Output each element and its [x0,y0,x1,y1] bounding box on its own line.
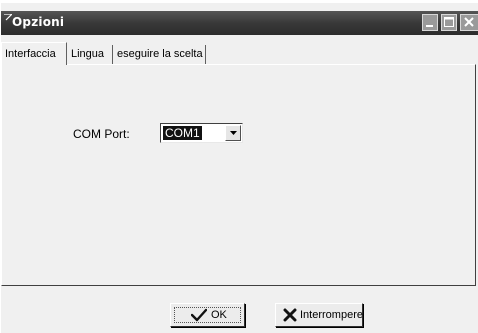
maximize-icon [444,17,454,27]
com-port-label: COM Port: [73,127,130,141]
maximize-button[interactable] [441,14,457,31]
checkmark-icon [191,308,207,322]
com-port-select[interactable]: COM1 [160,123,243,143]
options-dialog: Opzioni Interfaccia Lingua eseguire la s… [0,3,478,333]
chevron-down-icon [230,131,237,135]
window-title: Opzioni [12,15,65,29]
ok-label: OK [211,309,227,321]
tab-panel-interfaccia [1,64,476,286]
focus-ring [174,307,241,323]
tab-label: Interfaccia [5,48,56,60]
cancel-button[interactable]: Interrompere [275,303,363,327]
ok-button[interactable]: OK [170,303,245,327]
tab-eseguire-la-scelta[interactable]: eseguire la scelta [114,45,206,64]
com-port-value: COM1 [163,126,202,140]
title-bar[interactable]: Opzioni [1,11,478,35]
minimize-button[interactable] [422,14,438,31]
cancel-label: Interrompere [300,309,363,321]
close-icon [464,17,474,27]
com-port-dropdown-button[interactable] [225,125,241,141]
app-icon [4,14,12,21]
tab-label: Lingua [71,48,105,60]
tab-lingua[interactable]: Lingua [68,45,113,64]
minimize-icon [426,25,433,27]
tab-strip: Interfaccia Lingua eseguire la scelta [1,42,478,65]
x-icon [283,308,297,322]
tab-interfaccia[interactable]: Interfaccia [1,42,67,65]
tab-label: eseguire la scelta [117,48,203,60]
close-button[interactable] [460,14,478,31]
